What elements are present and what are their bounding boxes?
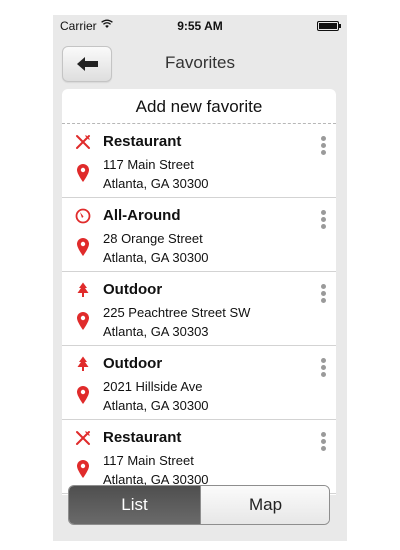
favorite-street: 225 Peachtree Street SW — [103, 305, 251, 320]
map-pin-icon — [77, 164, 89, 182]
back-button[interactable] — [62, 46, 112, 82]
status-time: 9:55 AM — [177, 19, 223, 33]
tree-icon — [75, 282, 91, 298]
map-segment-button[interactable]: Map — [200, 486, 329, 524]
favorites-card: Add new favorite Restaurant 117 Main Str… — [62, 89, 336, 495]
favorite-list-item[interactable]: Outdoor 2021 Hillside Ave Atlanta, GA 30… — [62, 346, 336, 420]
add-new-favorite-button[interactable]: Add new favorite — [62, 89, 336, 124]
navigation-bar: Favorites — [53, 37, 347, 89]
map-pin-icon — [77, 312, 89, 330]
map-pin-icon — [77, 386, 89, 404]
compass-icon — [75, 208, 91, 224]
more-options-icon[interactable] — [321, 136, 327, 156]
fork-knife-icon — [75, 134, 91, 150]
favorite-list-item[interactable]: Restaurant 117 Main Street Atlanta, GA 3… — [62, 420, 336, 494]
favorite-city: Atlanta, GA 30303 — [103, 324, 209, 339]
more-options-icon[interactable] — [321, 210, 327, 230]
favorite-city: Atlanta, GA 30300 — [103, 250, 209, 265]
favorite-city: Atlanta, GA 30300 — [103, 176, 209, 191]
more-options-icon[interactable] — [321, 284, 327, 304]
favorite-list-item[interactable]: Restaurant 117 Main Street Atlanta, GA 3… — [62, 124, 336, 198]
favorites-list: Restaurant 117 Main Street Atlanta, GA 3… — [62, 124, 336, 494]
arrow-left-icon — [77, 57, 98, 71]
favorite-street: 28 Orange Street — [103, 231, 203, 246]
fork-knife-icon — [75, 430, 91, 446]
favorite-category: Restaurant — [103, 429, 182, 446]
favorite-list-item[interactable]: All-Around 28 Orange Street Atlanta, GA … — [62, 198, 336, 272]
favorite-street: 117 Main Street — [103, 157, 194, 172]
battery-icon — [317, 21, 341, 31]
list-segment-button[interactable]: List — [69, 486, 200, 524]
favorite-category: Outdoor — [103, 355, 163, 372]
status-bar: Carrier 9:55 AM — [53, 15, 347, 37]
view-segmented-control: List Map — [68, 485, 330, 525]
tree-icon — [75, 356, 91, 372]
favorite-city: Atlanta, GA 30300 — [103, 398, 209, 413]
favorite-street: 117 Main Street — [103, 453, 194, 468]
phone-screen: Carrier 9:55 AM Favorites Add new favori… — [53, 15, 347, 541]
favorite-category: All-Around — [103, 207, 181, 224]
map-pin-icon — [77, 460, 89, 478]
page-title: Favorites — [165, 53, 235, 72]
map-pin-icon — [77, 238, 89, 256]
favorite-category: Outdoor — [103, 281, 163, 298]
favorite-list-item[interactable]: Outdoor 225 Peachtree Street SW Atlanta,… — [62, 272, 336, 346]
favorite-category: Restaurant — [103, 133, 182, 150]
more-options-icon[interactable] — [321, 432, 327, 452]
more-options-icon[interactable] — [321, 358, 327, 378]
favorite-street: 2021 Hillside Ave — [103, 379, 203, 394]
